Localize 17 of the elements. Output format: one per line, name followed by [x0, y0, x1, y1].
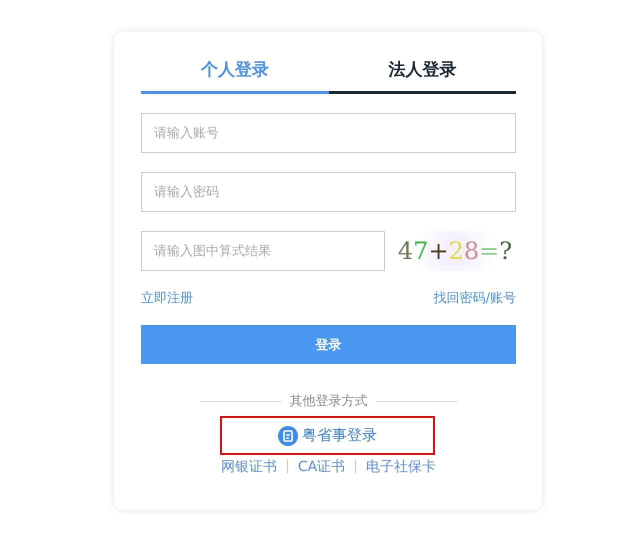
input-field[interactable]: 请输入账号: [141, 113, 516, 153]
login-tab[interactable]: 法人登录: [328, 54, 516, 94]
input-field[interactable]: 请输入密码: [141, 172, 516, 212]
login-tab[interactable]: 个人登录: [141, 54, 328, 94]
app-icon: [278, 426, 298, 446]
login-option-link[interactable]: 网银证书: [221, 458, 278, 476]
recover-link[interactable]: 找回密码/账号: [434, 289, 516, 307]
separator: |: [285, 458, 290, 476]
separator: |: [353, 458, 358, 476]
yss-login-link[interactable]: 粤省事登录: [220, 416, 435, 455]
login-option-link[interactable]: 电子社保卡: [366, 458, 436, 476]
other-methods-heading: 其他登录方式: [290, 393, 368, 410]
register-link[interactable]: 立即注册: [141, 289, 193, 307]
login-button[interactable]: 登录: [141, 325, 516, 364]
login-option-link[interactable]: CA证书: [298, 458, 346, 476]
input-field[interactable]: 请输入图中算式结果: [141, 231, 385, 271]
captcha-image[interactable]: 47+28=?: [400, 231, 510, 271]
